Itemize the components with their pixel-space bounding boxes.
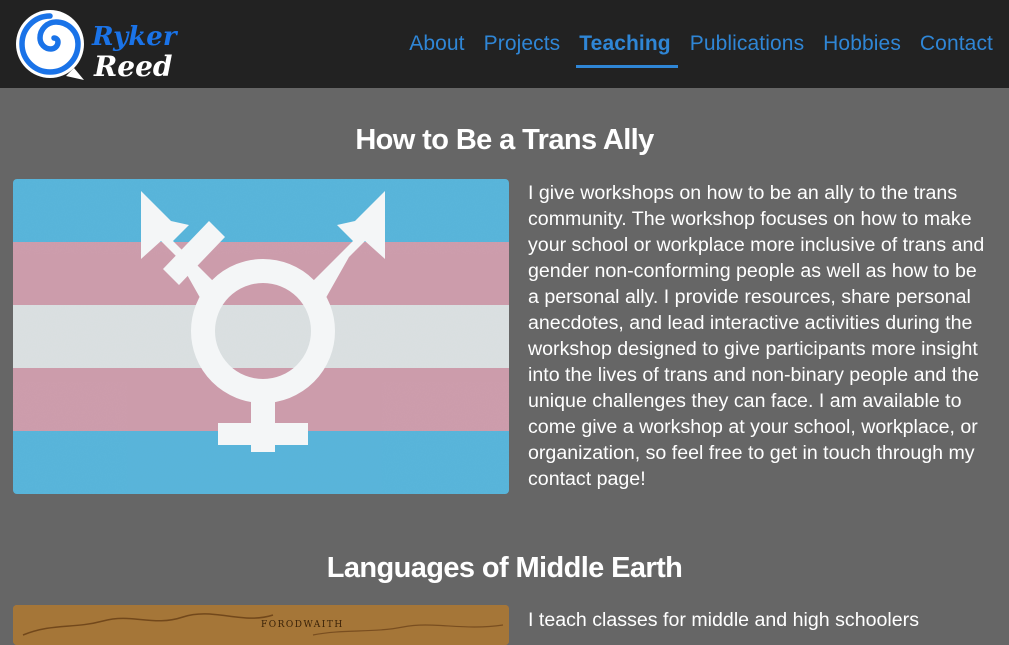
nav-link-hobbies[interactable]: Hobbies [823,32,901,56]
nav-link-projects[interactable]: Projects [484,32,561,56]
nav-link-contact[interactable]: Contact [920,32,993,56]
active-nav-indicator [576,65,678,68]
section-text-trans-ally: I give workshops on how to be an ally to… [528,182,985,490]
middle-earth-map-image: FORODWAITH [13,605,509,645]
nav-link-teaching[interactable]: Teaching [579,32,670,56]
logo-name-first: Ryker [92,22,177,52]
site-logo[interactable]: Ryker Reed [14,6,177,83]
nav-link-about[interactable]: About [409,32,464,56]
section-title-middle-earth: Languages of Middle Earth [326,552,683,584]
main-nav: About Projects Teaching Publications Hob… [409,0,993,88]
section-title-trans-ally: How to Be a Trans Ally [355,124,654,156]
nav-link-publications[interactable]: Publications [690,32,804,56]
map-label: FORODWAITH [261,620,344,630]
top-navbar: Ryker Reed About Projects Teaching Publi… [0,0,1009,88]
spiral-shell-icon [16,10,84,80]
transgender-flag-image [13,179,509,494]
section-text-middle-earth: I teach classes for middle and high scho… [528,609,919,631]
logo-name-last: Reed [94,50,173,83]
